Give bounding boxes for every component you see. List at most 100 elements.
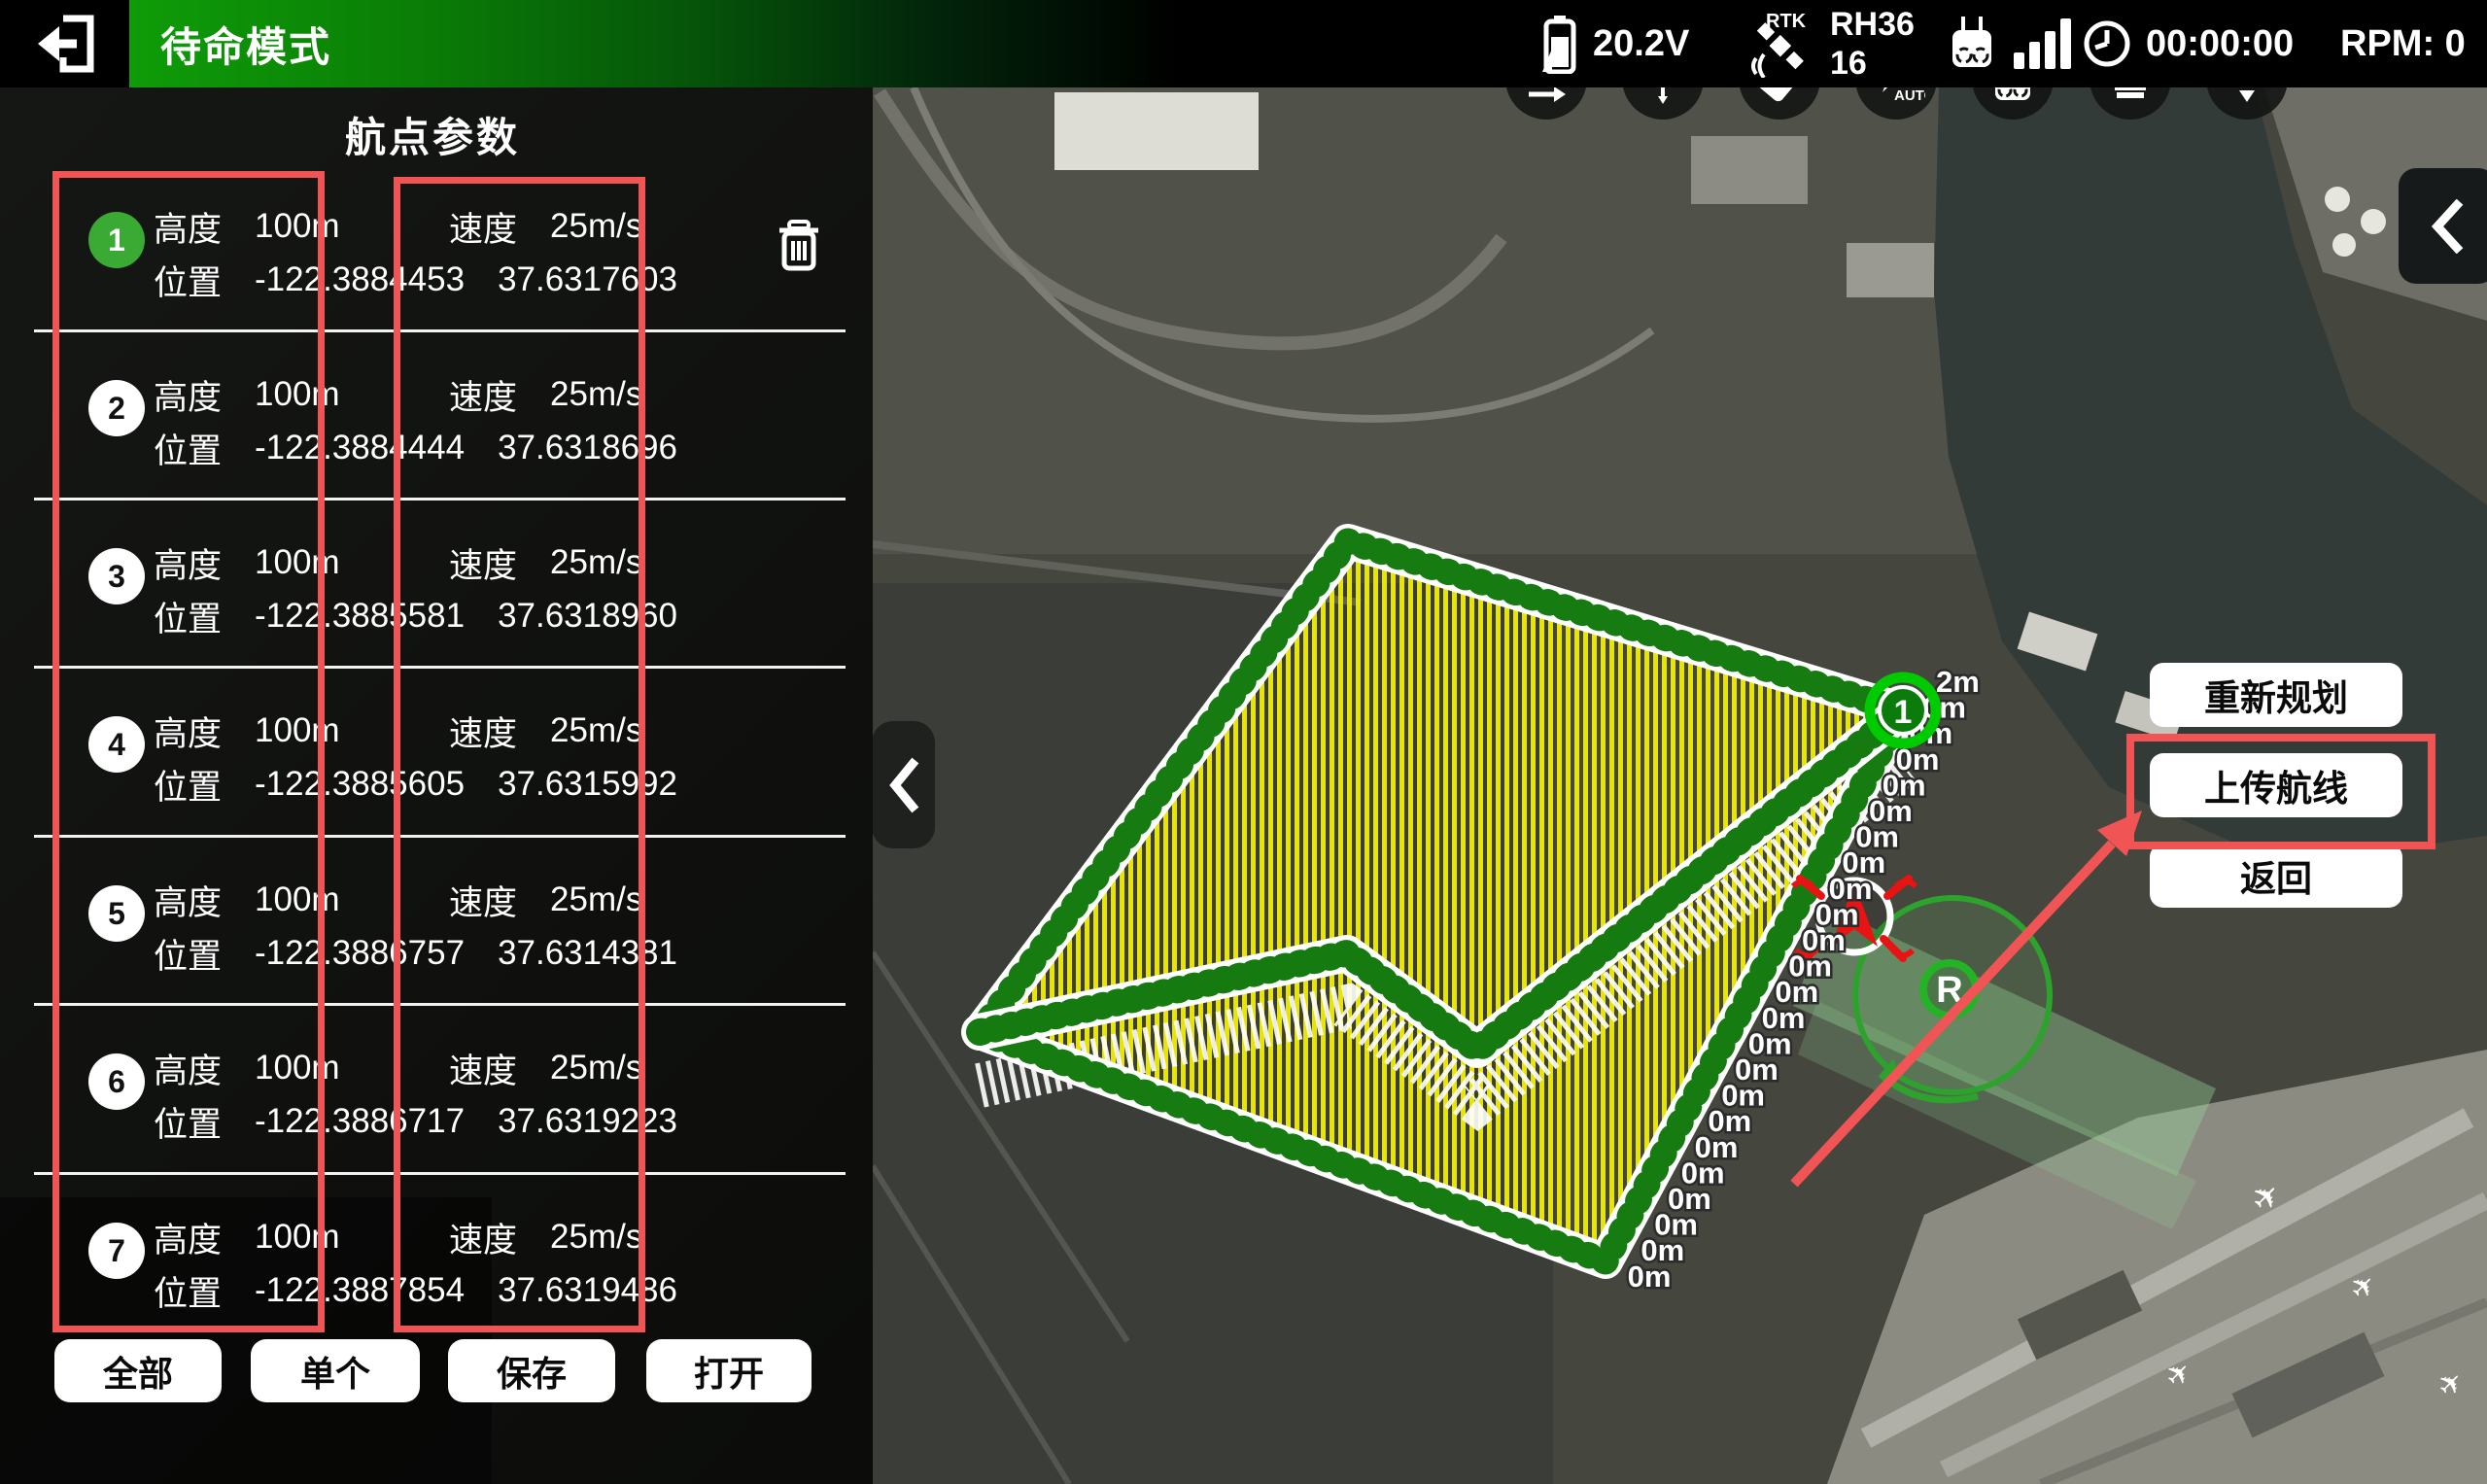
replan-button[interactable]: 重新规划 <box>2150 663 2402 727</box>
altitude-value: 100m <box>255 375 340 414</box>
svg-text:AUTO: AUTO <box>1894 87 1925 104</box>
position-label: 位置 <box>154 1266 222 1316</box>
waypoint-row-4[interactable]: 4高度100m位置-122.388560537.6315992速度25m/s <box>0 666 873 834</box>
waypoint-1-marker[interactable]: 1 <box>1870 677 1936 743</box>
rtk-satellite-count: 16 <box>1830 44 1915 83</box>
open-button[interactable]: 打开 <box>646 1339 812 1402</box>
map-industrial <box>873 87 1990 554</box>
all-label: 全部 <box>103 1346 173 1397</box>
speed-label: 速度 <box>449 1044 517 1093</box>
waypoint-number: 6 <box>88 1053 145 1110</box>
altitude-label: 高度 <box>154 370 222 420</box>
position-label: 位置 <box>154 256 222 305</box>
altitude-label: 高度 <box>154 876 222 925</box>
speed-label: 速度 <box>449 1213 517 1262</box>
speed-value: 25m/s <box>550 1218 642 1257</box>
altitude-label: 高度 <box>154 538 222 588</box>
replan-label: 重新规划 <box>2204 669 2348 721</box>
trash-icon[interactable] <box>776 220 822 272</box>
chevron-left-icon <box>887 756 920 814</box>
upload-route-button[interactable]: 上传航线 <box>2150 753 2402 817</box>
waypoint-number: 3 <box>88 548 145 604</box>
longitude-value: -122.3885605 <box>255 765 465 804</box>
battery-voltage: 20.2V <box>1593 23 1689 65</box>
altitude-value: 100m <box>255 1049 340 1087</box>
waypoint-number: 2 <box>88 380 145 436</box>
speed-label: 速度 <box>449 707 517 756</box>
position-label: 位置 <box>154 760 222 810</box>
flight-mode-banner: 待命模式 <box>129 0 1179 87</box>
altitude-value: 100m <box>255 880 340 919</box>
longitude-value: -122.3886757 <box>255 934 465 973</box>
signal-bars-icon <box>2014 18 2071 69</box>
save-button[interactable]: 保存 <box>448 1339 615 1402</box>
return-label: 返回 <box>2240 849 2312 902</box>
panel-title: 航点参数 <box>282 105 583 164</box>
upload-route-label: 上传航线 <box>2204 759 2348 811</box>
longitude-value: -122.3884453 <box>255 260 465 299</box>
rtk-satellite-icon: RTK <box>1744 10 1816 78</box>
return-button[interactable]: 返回 <box>2150 844 2402 908</box>
waypoint-number: 7 <box>88 1223 145 1279</box>
battery-icon <box>1540 14 1579 74</box>
longitude-value: -122.3884444 <box>255 429 465 467</box>
waypoint-panel: 航点参数 1高度100m位置-122.388445337.6317603速度25… <box>0 87 873 1484</box>
latitude-value: 37.6314381 <box>498 934 677 973</box>
battery-status: 20.2V <box>1540 0 1689 87</box>
svg-text:RTK: RTK <box>1766 11 1807 32</box>
all-button[interactable]: 全部 <box>54 1339 222 1402</box>
exit-icon <box>34 15 96 73</box>
speed-value: 25m/s <box>550 207 642 246</box>
altitude-label: 高度 <box>154 707 222 756</box>
gcs-app: ✈ ✈ ✈ ✈ R <box>0 0 2487 1484</box>
waypoint-row-3[interactable]: 3高度100m位置-122.388558137.6318960速度25m/s <box>0 498 873 666</box>
position-label: 位置 <box>154 424 222 473</box>
waypoint-row-1[interactable]: 1高度100m位置-122.388445337.6317603速度25m/s <box>0 161 873 329</box>
latitude-value: 37.6318696 <box>498 429 677 467</box>
latitude-value: 37.6319223 <box>498 1102 677 1141</box>
speed-label: 速度 <box>449 876 517 925</box>
open-label: 打开 <box>694 1346 764 1397</box>
position-label: 位置 <box>154 592 222 641</box>
clock-icon <box>2082 18 2132 69</box>
waypoint-1-label: 1 <box>1894 694 1913 731</box>
position-label: 位置 <box>154 929 222 979</box>
longitude-value: -122.3887854 <box>255 1271 465 1310</box>
speed-value: 25m/s <box>550 543 642 582</box>
latitude-value: 37.6319486 <box>498 1271 677 1310</box>
single-button[interactable]: 单个 <box>251 1339 420 1402</box>
longitude-value: -122.3886717 <box>255 1102 465 1141</box>
altitude-label: 高度 <box>154 202 222 252</box>
flight-timer: 00:00:00 <box>2082 0 2294 87</box>
speed-value: 25m/s <box>550 880 642 919</box>
exit-button[interactable] <box>0 0 129 87</box>
rtk-status: RTK RH36 16 <box>1744 0 1915 87</box>
rc-link-status <box>1944 0 2071 87</box>
altitude-label: 高度 <box>154 1044 222 1093</box>
speed-value: 25m/s <box>550 1049 642 1087</box>
flight-mode-label: 待命模式 <box>160 15 331 74</box>
latitude-value: 37.6318960 <box>498 597 677 636</box>
waypoint-number: 5 <box>88 885 145 942</box>
chevron-left-icon <box>2428 199 2467 254</box>
waypoint-row-5[interactable]: 5高度 100m 位置 -122.3886757 37.6314381 速度 25m/s <box>0 835 873 1003</box>
latitude-value: 37.6317603 <box>498 260 677 299</box>
altitude-label: 0m <box>1628 1260 1672 1294</box>
rpm-value: RPM: 0 <box>2340 0 2466 87</box>
sidebar-collapse-button[interactable] <box>872 721 935 848</box>
waypoint-row-2[interactable]: 2高度100m位置-122.388444437.6318696速度25m/s <box>0 329 873 498</box>
waypoint-row-6[interactable]: 6高度100m位置-122.388671737.6319223速度25m/s <box>0 1003 873 1171</box>
right-panel-collapse-button[interactable] <box>2399 168 2487 284</box>
altitude-value: 100m <box>255 207 340 246</box>
speed-label: 速度 <box>449 538 517 588</box>
altitude-value: 100m <box>255 711 340 750</box>
status-bar: 待命模式 20.2V RTK R <box>0 0 2487 87</box>
single-label: 单个 <box>300 1346 370 1397</box>
altitude-value: 100m <box>255 1218 340 1257</box>
waypoint-number: 4 <box>88 716 145 773</box>
save-label: 保存 <box>497 1346 567 1397</box>
rtk-id: RH36 <box>1830 5 1915 44</box>
waypoint-number: 1 <box>88 212 145 268</box>
waypoint-row-7[interactable]: 7高度 100m 位置 -122.3887854 37.6319486 速度 25m/s <box>0 1172 873 1340</box>
altitude-label: 高度 <box>154 1213 222 1262</box>
